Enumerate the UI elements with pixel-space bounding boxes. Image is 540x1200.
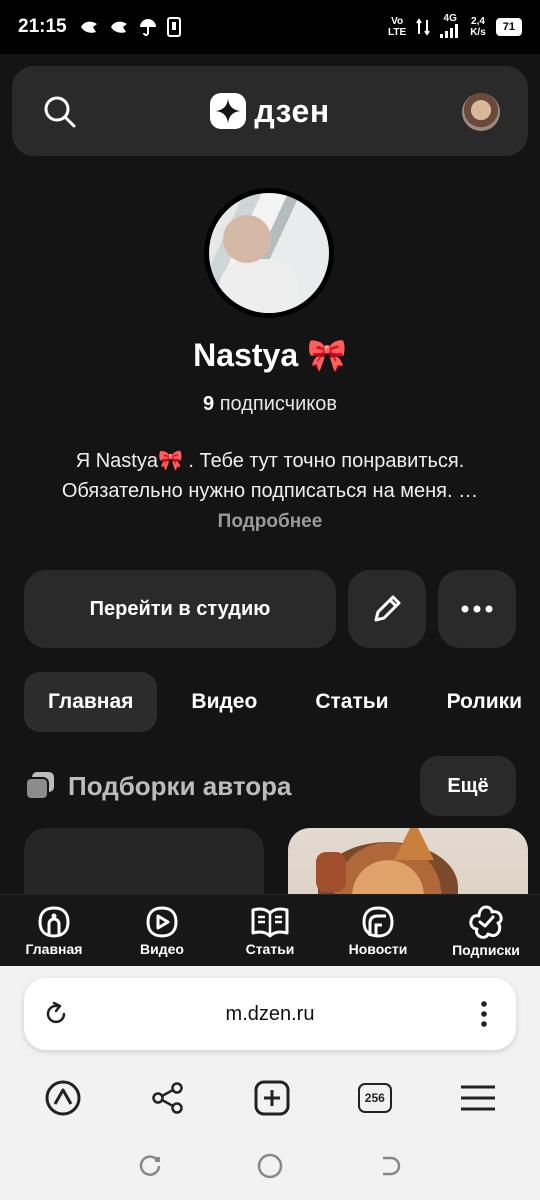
signal-indicator: 4G <box>440 13 460 41</box>
collections-title: Подборки автора <box>68 770 292 801</box>
new-tab-icon[interactable] <box>253 1079 291 1117</box>
signal-bars-icon <box>440 24 459 38</box>
vertical-dots-icon <box>481 1001 487 1027</box>
more-options-button[interactable] <box>438 570 516 648</box>
alice-icon[interactable] <box>43 1078 83 1118</box>
phone-icon <box>166 17 181 37</box>
reload-icon <box>46 1001 66 1024</box>
battery-indicator: 71 <box>495 18 522 36</box>
url-bar[interactable]: m.dzen.ru <box>24 978 516 1050</box>
nav-news[interactable]: Новости <box>324 895 432 966</box>
tab-main[interactable]: Главная <box>24 672 158 732</box>
status-bar: 21:15 Vo LTE 4G 2,4 K/s 71 <box>0 0 540 54</box>
subscribers-number: 9 <box>203 393 215 415</box>
bottom-nav: Главная Видео Статьи Новости Подписки <box>0 894 540 966</box>
news-icon <box>362 905 394 938</box>
recent-apps-icon[interactable] <box>137 1153 163 1179</box>
status-right: Vo LTE 4G 2,4 K/s 71 <box>388 13 522 41</box>
profile-avatar <box>204 188 334 318</box>
more-dots-icon <box>461 605 493 613</box>
logo-text: дзен <box>254 92 330 129</box>
video-icon <box>146 905 178 938</box>
tabs-counter[interactable]: 256 <box>357 1083 392 1113</box>
browser-chrome: m.dzen.ru 256 <box>0 966 540 1200</box>
collections-header: Подборки автора Ещё <box>24 756 516 816</box>
url-text[interactable]: m.dzen.ru <box>88 1003 452 1026</box>
dzen-star-icon <box>210 93 247 129</box>
user-avatar[interactable] <box>462 93 500 131</box>
network-speed: 2,4 K/s <box>470 16 486 38</box>
search-icon <box>44 96 76 128</box>
subscribers-count: 9 подписчиков <box>0 393 540 416</box>
system-nav-bar <box>0 1146 540 1186</box>
profile-bio: Я Nastya🎀 . Тебе тут точно понравиться. … <box>61 450 479 502</box>
browser-toolbar: 256 <box>0 1070 540 1126</box>
nav-subscriptions[interactable]: Подписки <box>432 895 540 966</box>
subscriptions-icon <box>469 905 503 939</box>
home-circle-icon[interactable] <box>256 1152 284 1180</box>
tab-shorts[interactable]: Ролики <box>423 672 540 732</box>
nav-home[interactable]: Главная <box>0 895 108 966</box>
back-icon[interactable] <box>377 1153 403 1179</box>
notification-icons <box>79 17 181 37</box>
app-header: дзен <box>12 66 528 156</box>
dzen-logo[interactable]: дзен <box>210 93 329 130</box>
reload-button[interactable] <box>24 1000 88 1028</box>
subscribers-label: подписчиков <box>219 393 337 415</box>
nav-articles[interactable]: Статьи <box>216 895 324 966</box>
volte-indicator: Vo LTE <box>388 16 407 38</box>
profile-name: Nastya 🎀 <box>193 337 347 373</box>
home-icon <box>38 905 70 938</box>
umbrella-icon <box>139 19 156 36</box>
tab-video[interactable]: Видео <box>167 672 281 732</box>
pencil-icon <box>374 595 401 622</box>
data-arrows-icon <box>416 18 431 36</box>
tab-articles[interactable]: Статьи <box>291 672 412 732</box>
collections-more-button[interactable]: Ещё <box>420 756 516 816</box>
bird-icon <box>110 21 127 33</box>
edit-button[interactable] <box>348 570 426 648</box>
nav-video[interactable]: Видео <box>108 895 216 966</box>
collections-icon <box>25 772 54 800</box>
status-time: 21:15 <box>18 16 67 37</box>
search-button[interactable] <box>42 94 78 130</box>
browser-menu-button[interactable] <box>452 1000 516 1028</box>
articles-icon <box>251 907 289 937</box>
go-to-studio-button[interactable]: Перейти в студию <box>24 570 336 648</box>
share-icon[interactable] <box>150 1080 186 1116</box>
bio-more-link[interactable]: Подробнее <box>0 511 540 533</box>
profile-tabs: Главная Видео Статьи Ролики <box>24 672 540 732</box>
hamburger-menu-icon[interactable] <box>459 1083 497 1113</box>
bird-icon <box>80 21 97 33</box>
